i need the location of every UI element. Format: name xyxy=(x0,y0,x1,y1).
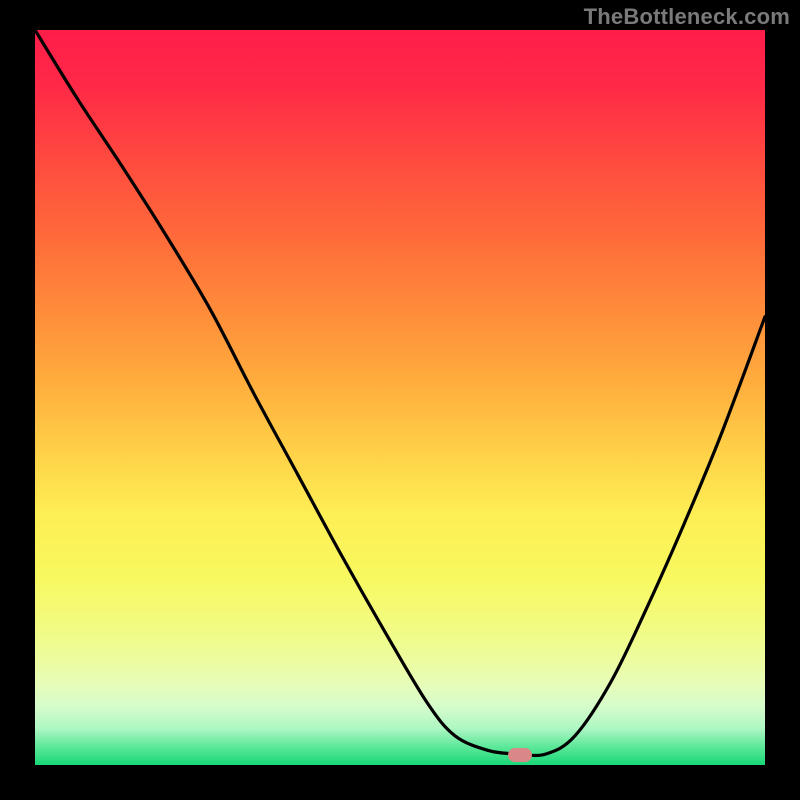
watermark-text: TheBottleneck.com xyxy=(584,4,790,30)
curve-path xyxy=(35,30,765,755)
chart-frame: TheBottleneck.com xyxy=(0,0,800,800)
selection-marker xyxy=(508,748,532,762)
bottleneck-curve xyxy=(35,30,765,765)
